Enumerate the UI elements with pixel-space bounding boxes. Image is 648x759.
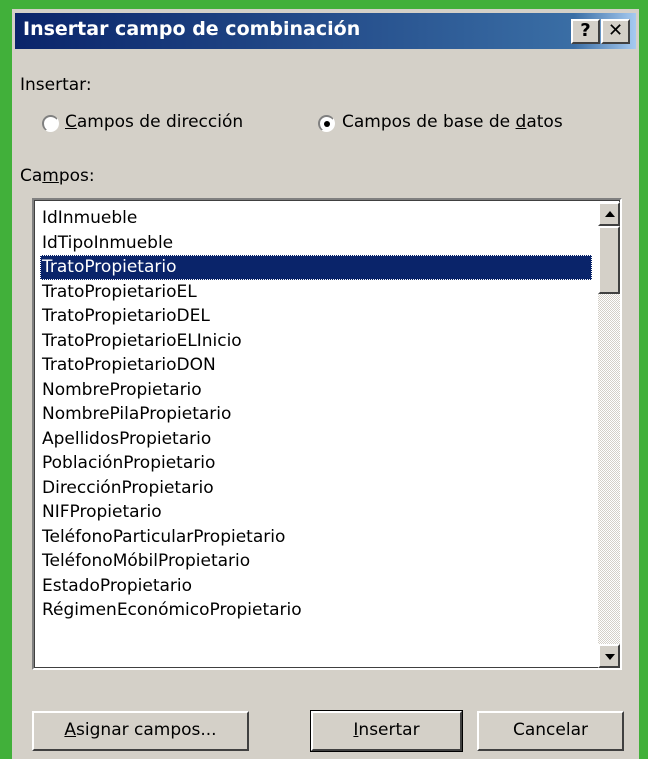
- radio-database-fields-circle[interactable]: [318, 115, 335, 132]
- help-button[interactable]: ?: [571, 19, 600, 44]
- list-item[interactable]: DirecciónPropietario: [40, 476, 592, 501]
- radio-selected-dot: [324, 121, 330, 127]
- list-item[interactable]: TeléfonoMóbilPropietario: [40, 549, 592, 574]
- vertical-scrollbar[interactable]: [598, 202, 620, 668]
- list-item[interactable]: TratoPropietarioEL: [40, 280, 592, 305]
- cancel-button[interactable]: Cancelar: [477, 711, 624, 751]
- list-item[interactable]: TratoPropietarioELInicio: [40, 329, 592, 354]
- scroll-down-button[interactable]: [598, 644, 620, 668]
- arrow-up-icon: [605, 211, 615, 217]
- scroll-up-button[interactable]: [598, 202, 620, 226]
- list-item[interactable]: IdInmueble: [40, 206, 592, 231]
- green-frame-top: [0, 0, 648, 9]
- scroll-thumb[interactable]: [598, 226, 620, 294]
- list-item[interactable]: NombrePropietario: [40, 378, 592, 403]
- list-item[interactable]: TratoPropietario: [40, 255, 592, 280]
- title-bar[interactable]: Insertar campo de combinación ? ✕: [15, 13, 636, 49]
- list-item[interactable]: RégimenEconómicoPropietario: [40, 598, 592, 623]
- arrow-down-icon: [605, 654, 615, 660]
- list-item[interactable]: TratoPropietarioDON: [40, 353, 592, 378]
- insert-group-label: Insertar:: [20, 75, 92, 95]
- radio-database-fields-label[interactable]: Campos de base de datos: [342, 112, 563, 132]
- green-frame-left: [0, 0, 12, 759]
- assign-fields-button[interactable]: Asignar campos...: [32, 711, 249, 751]
- radio-address-fields-circle[interactable]: [42, 115, 59, 132]
- list-item[interactable]: TeléfonoParticularPropietario: [40, 525, 592, 550]
- list-item[interactable]: EstadoPropietario: [40, 574, 592, 599]
- radio-address-fields-label[interactable]: Campos de dirección: [65, 112, 243, 132]
- help-icon: ?: [580, 20, 591, 41]
- close-icon: ✕: [607, 20, 624, 41]
- close-button[interactable]: ✕: [601, 19, 630, 44]
- green-frame-right: [639, 0, 648, 759]
- list-item[interactable]: ApellidosPropietario: [40, 427, 592, 452]
- list-item[interactable]: NIFPropietario: [40, 500, 592, 525]
- merge-field-dialog: Insertar campo de combinación ? ✕ Insert…: [12, 9, 639, 759]
- list-item[interactable]: TratoPropietarioDEL: [40, 304, 592, 329]
- fields-label: Campos:: [20, 166, 95, 186]
- insert-button[interactable]: Insertar: [310, 710, 463, 752]
- list-item[interactable]: NombrePilaPropietario: [40, 402, 592, 427]
- fields-list: IdInmueble IdTipoInmueble TratoPropietario…: [40, 206, 592, 623]
- list-item[interactable]: IdTipoInmueble: [40, 231, 592, 256]
- list-item[interactable]: PoblaciónPropietario: [40, 451, 592, 476]
- dialog-title: Insertar campo de combinación: [23, 18, 361, 40]
- fields-listbox[interactable]: IdInmueble IdTipoInmueble TratoPropietario…: [32, 198, 622, 670]
